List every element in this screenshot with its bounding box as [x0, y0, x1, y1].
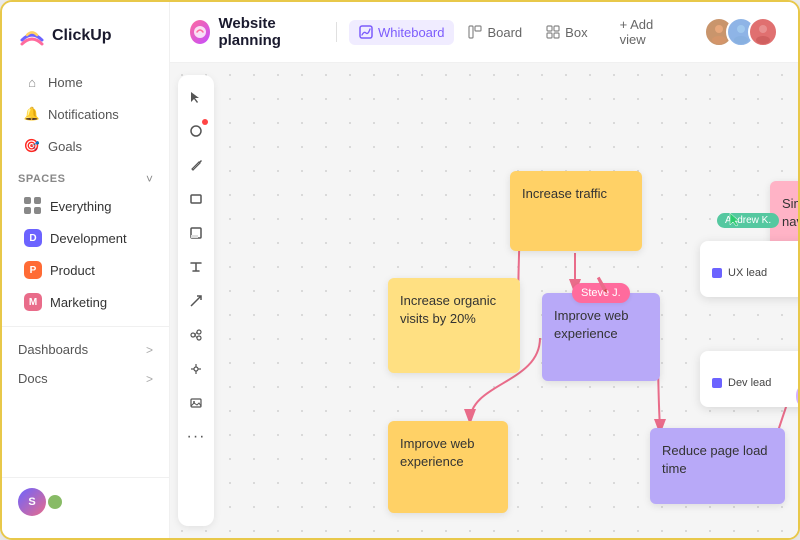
improve-web-bottom-text: Improve web experience: [400, 436, 474, 469]
sidebar-item-goals[interactable]: 🎯 Goals: [8, 131, 163, 161]
sticky-improve-web-bottom[interactable]: Improve web experience: [388, 421, 508, 513]
product-label: Product: [50, 263, 95, 278]
sidebar-sections: Dashboards > Docs >: [2, 326, 169, 393]
increase-traffic-text: Increase traffic: [522, 186, 607, 201]
notifications-label: Notifications: [48, 107, 119, 122]
project-title: Website planning: [218, 15, 324, 49]
tool-text[interactable]: [182, 253, 210, 281]
dev-lead-label: Dev lead: [728, 377, 771, 389]
spaces-label: Spaces: [18, 173, 65, 185]
whiteboard-toolbar: ···: [178, 75, 214, 526]
header-tabs: Whiteboard Board Box: [349, 20, 598, 45]
tab-board[interactable]: Board: [458, 20, 532, 45]
tab-box[interactable]: Box: [536, 20, 597, 45]
tool-sticky[interactable]: [182, 219, 210, 247]
header-title-area: Website planning: [190, 15, 324, 49]
header-bar: Website planning Whiteboard Board: [170, 2, 798, 63]
cursor-pointer: [728, 211, 742, 232]
spaces-chevron[interactable]: ˅: [146, 172, 153, 186]
tool-line[interactable]: [182, 287, 210, 315]
sticky-reduce-page-load[interactable]: Reduce page load time: [650, 428, 785, 504]
tool-cursor[interactable]: [182, 83, 210, 111]
add-view-label: + Add view: [620, 17, 674, 47]
sidebar-item-home[interactable]: ⌂ Home: [8, 67, 163, 97]
dashboards-label: Dashboards: [18, 342, 88, 357]
goals-icon: 🎯: [24, 138, 40, 154]
box-tab-label: Box: [565, 25, 587, 40]
board-tab-icon: [468, 25, 482, 39]
goals-label: Goals: [48, 139, 82, 154]
tool-image[interactable]: [182, 389, 210, 417]
tool-rect[interactable]: [182, 185, 210, 213]
user-avatar[interactable]: S: [18, 488, 46, 516]
sidebar-footer: S: [2, 477, 169, 526]
tool-shapes[interactable]: [182, 117, 210, 145]
tool-pen[interactable]: [182, 151, 210, 179]
docs-label: Docs: [18, 371, 48, 386]
everything-icon: [24, 197, 42, 215]
development-label: Development: [50, 231, 127, 246]
sidebar-item-everything[interactable]: Everything: [8, 191, 163, 221]
tool-network[interactable]: [182, 355, 210, 383]
dev-lead-card[interactable]: Dev lead: [700, 351, 798, 407]
sticky-increase-organic[interactable]: Increase organic visits by 20%: [388, 278, 520, 373]
ux-lead-task-row: UX lead: [712, 261, 798, 285]
header-divider: [336, 22, 337, 42]
logo[interactable]: ClickUp: [2, 14, 169, 66]
sticky-increase-traffic[interactable]: Increase traffic: [510, 171, 642, 251]
marketing-icon: M: [24, 293, 42, 311]
sidebar-item-docs[interactable]: Docs >: [2, 364, 169, 393]
increase-organic-text: Increase organic visits by 20%: [400, 293, 496, 326]
ux-lead-card[interactable]: UX lead: [700, 241, 798, 297]
home-label: Home: [48, 75, 83, 90]
ux-task-dot: [712, 268, 722, 278]
whiteboard-tab-icon: [359, 25, 373, 39]
add-view-button[interactable]: + Add view: [610, 12, 684, 52]
tab-whiteboard[interactable]: Whiteboard: [349, 20, 454, 45]
home-icon: ⌂: [24, 74, 40, 90]
bell-icon: 🔔: [24, 106, 40, 122]
dashboards-chevron: >: [146, 343, 153, 357]
sidebar-item-marketing[interactable]: M Marketing: [8, 287, 163, 317]
sidebar: ClickUp ⌂ Home 🔔 Notifications 🎯 Goals S…: [2, 2, 170, 538]
product-icon: P: [24, 261, 42, 279]
marketing-label: Marketing: [50, 295, 107, 310]
logo-text: ClickUp: [52, 27, 112, 45]
improve-web-center-text: Improve web experience: [554, 308, 628, 341]
sticky-improve-web-center[interactable]: Improve web experience: [542, 293, 660, 381]
board-tab-label: Board: [487, 25, 522, 40]
dev-lead-task-row: Dev lead: [712, 371, 798, 395]
avatar-3: [748, 17, 778, 47]
sidebar-item-development[interactable]: D Development: [8, 223, 163, 253]
simplify-nav-text: Simplify navigation: [782, 196, 798, 229]
sidebar-item-notifications[interactable]: 🔔 Notifications: [8, 99, 163, 129]
sidebar-item-product[interactable]: P Product: [8, 255, 163, 285]
tool-more[interactable]: ···: [182, 423, 210, 451]
project-icon: [190, 20, 210, 44]
user-avatar-2: [46, 493, 64, 511]
box-tab-icon: [546, 25, 560, 39]
spaces-header: Spaces ˅: [2, 162, 169, 190]
ux-lead-label: UX lead: [728, 267, 767, 279]
sidebar-item-dashboards[interactable]: Dashboards >: [2, 335, 169, 364]
avatar-group: [704, 17, 778, 47]
docs-chevron: >: [146, 372, 153, 386]
andrew-badge: Andrew K.: [717, 213, 779, 228]
main-content: Website planning Whiteboard Board: [170, 2, 798, 538]
whiteboard-canvas[interactable]: ···: [170, 63, 798, 538]
development-icon: D: [24, 229, 42, 247]
whiteboard-tab-label: Whiteboard: [378, 25, 444, 40]
logo-icon: [18, 22, 46, 50]
tool-diagram[interactable]: [182, 321, 210, 349]
reduce-page-load-text: Reduce page load time: [662, 443, 768, 476]
dev-task-dot: [712, 378, 722, 388]
everything-label: Everything: [50, 199, 111, 214]
